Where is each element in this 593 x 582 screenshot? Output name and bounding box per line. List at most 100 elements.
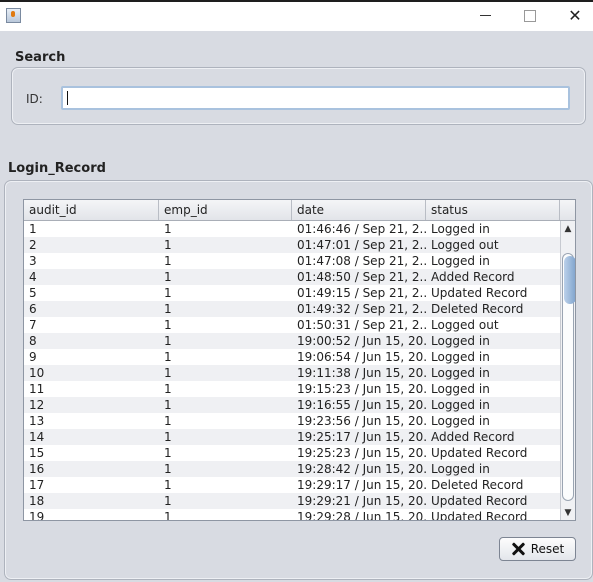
cell-audit-id: 1 — [29, 222, 37, 236]
cell-status: Updated Record — [431, 286, 528, 300]
table-row[interactable]: 17 1 19:29:17 / Jun 15, 20... Deleted Recor… — [24, 477, 560, 493]
reset-button[interactable]: Reset — [499, 537, 576, 561]
cell-audit-id: 10 — [29, 366, 45, 380]
scroll-thumb[interactable] — [562, 253, 575, 501]
column-header-audit-id[interactable]: audit_id — [24, 200, 159, 220]
table-row[interactable]: 3 1 01:47:08 / Sep 21, 2... Logged in — [24, 253, 560, 269]
text-caret — [67, 91, 68, 105]
cell-emp-id: 1 — [164, 414, 172, 428]
table-row[interactable]: 2 1 01:47:01 / Sep 21, 2... Logged out — [24, 237, 560, 253]
cell-emp-id: 1 — [164, 222, 172, 236]
cell-status: Logged in — [431, 366, 490, 380]
cell-status: Updated Record — [431, 446, 528, 460]
table-row[interactable]: 8 1 19:00:52 / Jun 15, 20... Logged in — [24, 333, 560, 349]
table-row[interactable]: 5 1 01:49:15 / Sep 21, 2... Updated Record — [24, 285, 560, 301]
table-row[interactable]: 9 1 19:06:54 / Jun 15, 20... Logged in — [24, 349, 560, 365]
cell-audit-id: 19 — [29, 510, 45, 521]
id-input[interactable] — [61, 86, 570, 110]
cell-audit-id: 18 — [29, 494, 45, 508]
cell-audit-id: 3 — [29, 254, 37, 268]
cell-status: Updated Record — [431, 510, 528, 521]
cell-audit-id: 12 — [29, 398, 45, 412]
table-row[interactable]: 18 1 19:29:21 / Jun 15, 20... Updated Recor… — [24, 493, 560, 509]
maximize-icon — [524, 9, 536, 22]
column-header-emp-id[interactable]: emp_id — [159, 200, 292, 220]
cell-status: Logged in — [431, 350, 490, 364]
cell-emp-id: 1 — [164, 302, 172, 316]
cell-audit-id: 4 — [29, 270, 37, 284]
x-icon — [511, 542, 525, 556]
cell-audit-id: 16 — [29, 462, 45, 476]
table-row[interactable]: 1 1 01:46:46 / Sep 21, 2... Logged in — [24, 221, 560, 237]
column-header-date[interactable]: date — [292, 200, 426, 220]
cell-status: Deleted Record — [431, 302, 524, 316]
cell-emp-id: 1 — [164, 382, 172, 396]
cell-date: 01:49:32 / Sep 21, 2... — [297, 302, 426, 316]
cell-audit-id: 9 — [29, 350, 37, 364]
scroll-track[interactable] — [561, 236, 575, 505]
search-title: Search — [15, 50, 66, 65]
table-row[interactable]: 10 1 19:11:38 / Jun 15, 20... Logged in — [24, 365, 560, 381]
table-row[interactable]: 19 1 19:29:28 / Jun 15, 20... Updated Recor… — [24, 509, 560, 521]
cell-audit-id: 14 — [29, 430, 45, 444]
cell-emp-id: 1 — [164, 446, 172, 460]
table-row[interactable]: 14 1 19:25:17 / Jun 15, 20... Added Record — [24, 429, 560, 445]
table-row[interactable]: 7 1 01:50:31 / Sep 21, 2... Logged out — [24, 317, 560, 333]
cell-date: 19:25:23 / Jun 15, 20... — [297, 446, 426, 460]
minimize-button[interactable] — [462, 0, 508, 31]
table-row[interactable]: 4 1 01:48:50 / Sep 21, 2... Added Record — [24, 269, 560, 285]
cell-date: 01:48:50 / Sep 21, 2... — [297, 270, 426, 284]
cell-emp-id: 1 — [164, 510, 172, 521]
cell-date: 19:00:52 / Jun 15, 20... — [297, 334, 426, 348]
cell-status: Logged in — [431, 334, 490, 348]
triangle-up-icon: ▲ — [564, 223, 572, 234]
column-header-status[interactable]: status — [426, 200, 560, 220]
table-row[interactable]: 13 1 19:23:56 / Jun 15, 20... Logged in — [24, 413, 560, 429]
close-button[interactable]: ✕ — [552, 0, 593, 31]
scroll-up-button[interactable]: ▲ — [561, 221, 575, 236]
cell-audit-id: 17 — [29, 478, 45, 492]
cell-date: 19:11:38 / Jun 15, 20... — [297, 366, 426, 380]
cell-audit-id: 15 — [29, 446, 45, 460]
table-header: audit_id emp_id date status — [24, 200, 575, 221]
minimize-icon — [479, 15, 491, 16]
vertical-scrollbar[interactable]: ▲ ▼ — [560, 221, 575, 520]
table-row[interactable]: 12 1 19:16:55 / Jun 15, 20... Logged in — [24, 397, 560, 413]
table-body: 1 1 01:46:46 / Sep 21, 2... Logged in 2 1 01:4… — [24, 221, 560, 521]
cell-date: 19:06:54 / Jun 15, 20... — [297, 350, 426, 364]
cell-audit-id: 2 — [29, 238, 37, 252]
table-row[interactable]: 16 1 19:28:42 / Jun 15, 20... Logged in — [24, 461, 560, 477]
cell-emp-id: 1 — [164, 254, 172, 268]
cell-date: 19:29:21 / Jun 15, 20... — [297, 494, 426, 508]
cell-status: Added Record — [431, 270, 515, 284]
table-row[interactable]: 15 1 19:25:23 / Jun 15, 20... Updated Recor… — [24, 445, 560, 461]
id-label: ID: — [26, 92, 43, 106]
cell-audit-id: 8 — [29, 334, 37, 348]
table-row[interactable]: 11 1 19:15:23 / Jun 15, 20... Logged in — [24, 381, 560, 397]
cell-audit-id: 13 — [29, 414, 45, 428]
reset-button-label: Reset — [530, 542, 565, 556]
cell-status: Logged out — [431, 238, 499, 252]
cell-date: 19:25:17 / Jun 15, 20... — [297, 430, 426, 444]
cell-emp-id: 1 — [164, 494, 172, 508]
cell-emp-id: 1 — [164, 318, 172, 332]
cell-emp-id: 1 — [164, 334, 172, 348]
login-record-table: audit_id emp_id date status 1 1 01:46:46 /… — [23, 199, 576, 521]
cell-date: 19:29:17 / Jun 15, 20... — [297, 478, 426, 492]
cell-emp-id: 1 — [164, 366, 172, 380]
close-icon: ✕ — [568, 6, 582, 25]
cell-status: Logged in — [431, 254, 490, 268]
maximize-button[interactable] — [507, 0, 553, 31]
cell-status: Added Record — [431, 430, 515, 444]
cell-status: Logged in — [431, 382, 490, 396]
java-cup-icon[interactable] — [6, 8, 21, 23]
title-bar: ✕ — [0, 0, 593, 31]
table-row[interactable]: 6 1 01:49:32 / Sep 21, 2... Deleted Record — [24, 301, 560, 317]
cell-emp-id: 1 — [164, 478, 172, 492]
cell-status: Deleted Record — [431, 478, 524, 492]
cell-emp-id: 1 — [164, 286, 172, 300]
scroll-down-button[interactable]: ▼ — [561, 505, 575, 520]
cell-date: 19:28:42 / Jun 15, 20... — [297, 462, 426, 476]
cell-status: Logged in — [431, 398, 490, 412]
cell-date: 19:16:55 / Jun 15, 20... — [297, 398, 426, 412]
